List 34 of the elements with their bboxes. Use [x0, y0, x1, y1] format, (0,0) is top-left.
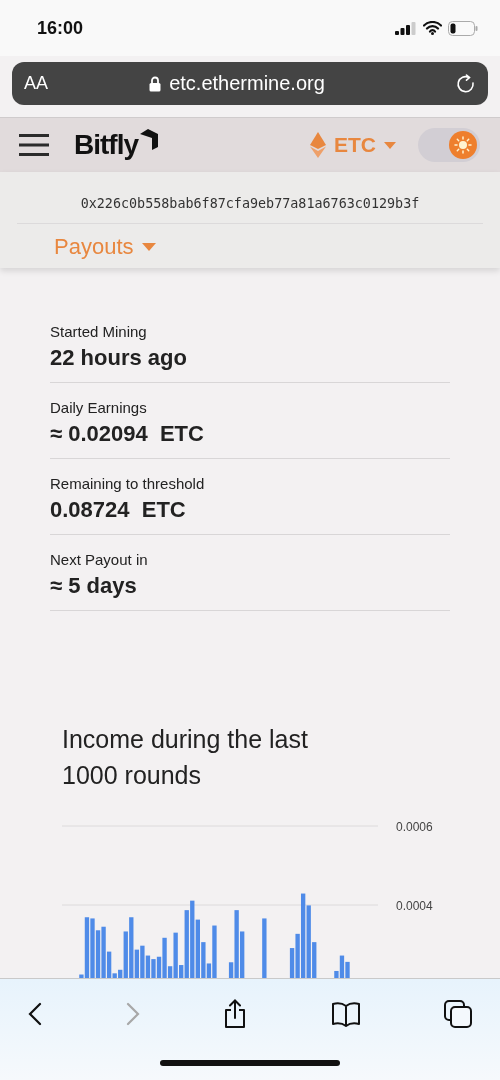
stat-label: Started Mining — [50, 323, 148, 340]
url-text: etc.ethermine.org — [169, 72, 325, 95]
brand-logo-text: Bitfly — [74, 129, 138, 161]
stat-value: ≈ 5 days — [50, 573, 138, 599]
battery-icon — [448, 20, 478, 36]
sun-icon — [454, 136, 472, 154]
text-size-button[interactable]: AA — [24, 73, 48, 94]
menu-icon[interactable] — [19, 133, 49, 157]
wifi-icon — [423, 21, 442, 35]
theme-toggle[interactable] — [418, 128, 480, 162]
stat-value: 0.08724 ETC — [50, 497, 187, 523]
status-time: 16:00 — [37, 17, 84, 39]
stat-label: Daily Earnings — [50, 399, 148, 416]
logo-cube-icon — [138, 129, 160, 151]
lock-icon — [149, 75, 162, 92]
diamond-logo-icon — [310, 132, 326, 158]
stat-value: 22 hours ago — [50, 345, 188, 371]
reload-icon[interactable] — [456, 73, 476, 94]
caret-icon — [141, 243, 156, 251]
tabs-icon[interactable] — [444, 1000, 472, 1028]
chart-bar — [262, 918, 267, 978]
signal-icon — [395, 21, 417, 35]
bookmarks-book-icon[interactable] — [330, 1001, 361, 1027]
back-icon[interactable] — [28, 1002, 42, 1026]
caret-icon — [384, 141, 396, 149]
stat-value: ≈ 0.02094 ETC — [50, 421, 205, 447]
wallet-address: 0x226c0b558bab6f87cfa9eb77a81a6763c0129b3f — [17, 196, 483, 224]
axis-tick-label: 0.0006 — [396, 820, 433, 834]
axis-tick-label: 0.0004 — [396, 899, 433, 913]
stat-label: Remaining to threshold — [50, 475, 206, 492]
chart-title: Income during the last 1000 rounds — [62, 724, 309, 791]
stat-label: Next Payout in — [50, 551, 149, 568]
address-bar[interactable]: AA etc.ethermine.org — [12, 62, 488, 105]
share-icon[interactable] — [223, 999, 247, 1029]
